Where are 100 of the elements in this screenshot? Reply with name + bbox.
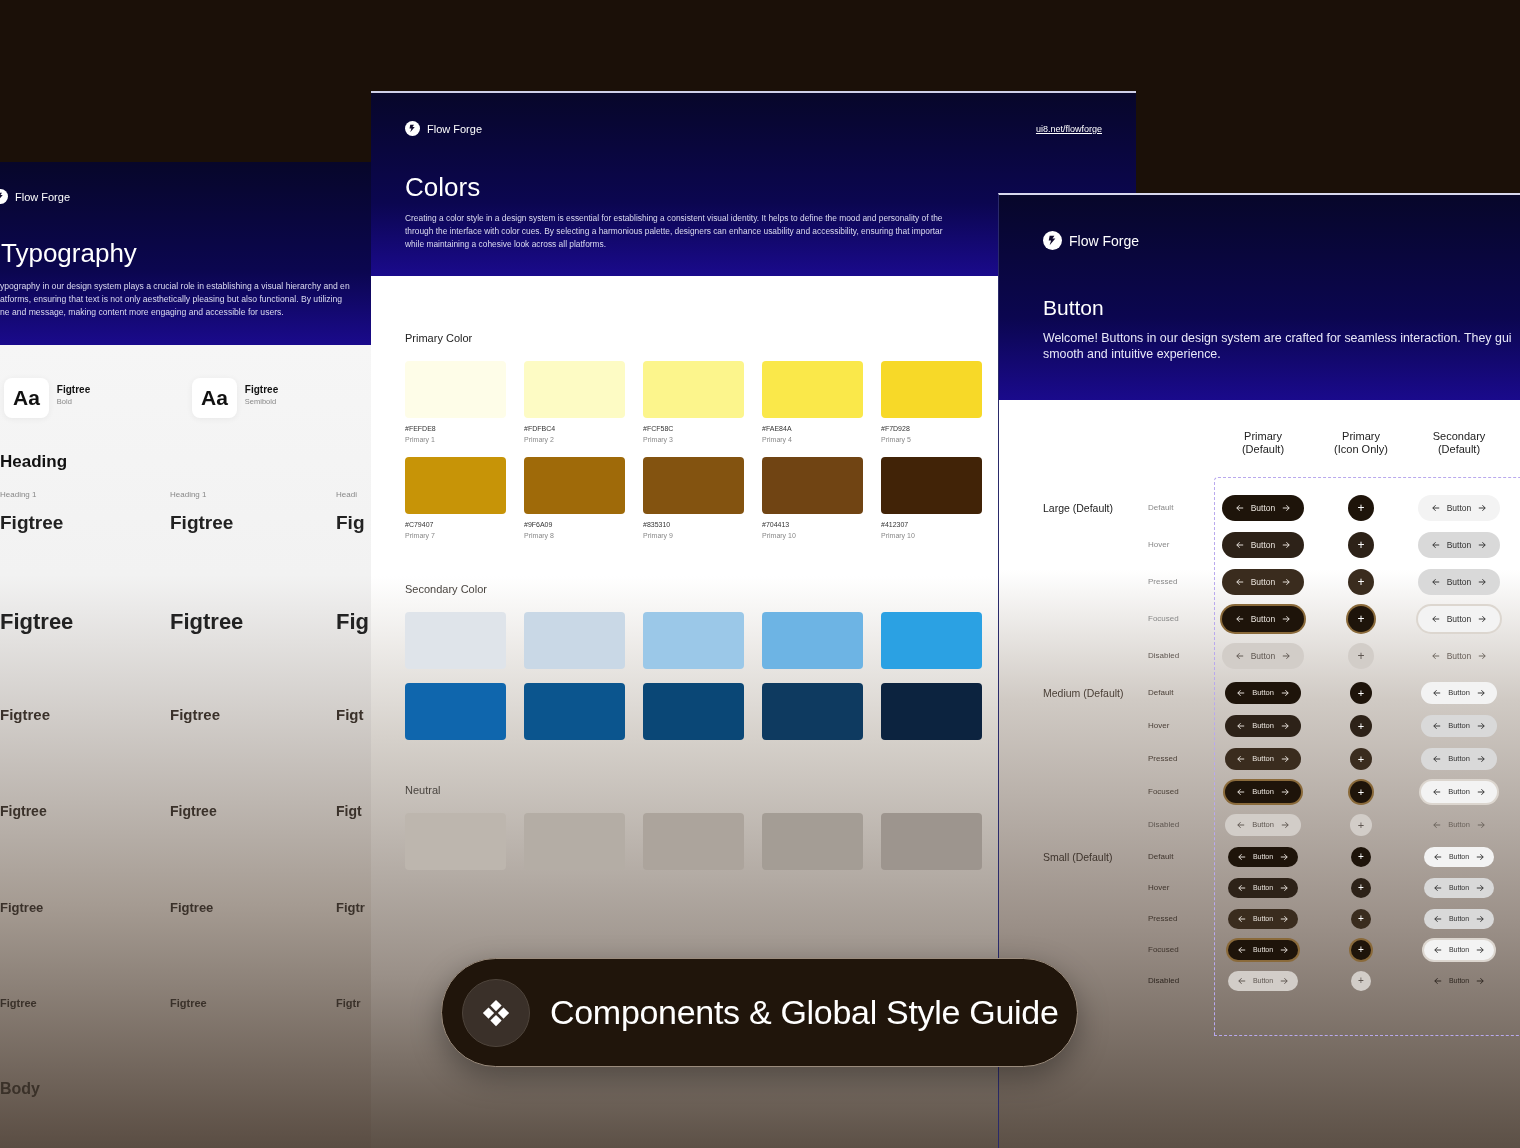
arrow-right-icon (1478, 540, 1487, 549)
description-line: ne and message, making content more engaging and accessible for users. (0, 306, 284, 319)
arrow-right-icon (1282, 651, 1291, 660)
arrow-right-icon (1280, 820, 1289, 829)
primary-button[interactable]: Button (1222, 568, 1304, 595)
arrow-left-icon (1237, 976, 1246, 985)
type-sample: Figtree (0, 900, 45, 915)
website-link[interactable]: ui8.net/flowforge (1035, 123, 1102, 134)
size-label: Small (Default) (1043, 850, 1114, 863)
state-label: Pressed (1148, 914, 1179, 923)
arrow-right-icon (1280, 883, 1289, 892)
column-heading: Primary (Icon Only) (1333, 430, 1389, 456)
arrow-left-icon (1433, 787, 1442, 796)
arrow-left-icon (1433, 976, 1442, 985)
section-heading: Secondary Color (405, 583, 487, 595)
add-button[interactable]: + (1348, 494, 1374, 521)
add-button[interactable]: + (1350, 714, 1372, 737)
state-label: Disabled (1148, 976, 1181, 985)
primary-button[interactable]: Button (1222, 605, 1304, 632)
secondary-button[interactable]: Button (1418, 568, 1500, 595)
arrow-right-icon (1476, 976, 1485, 985)
add-button[interactable]: + (1351, 877, 1371, 898)
size-label: Large (Default) (1043, 501, 1115, 514)
arrow-left-icon (1235, 540, 1244, 549)
style-label: Heading 1 (0, 490, 38, 500)
type-sample: Fig (336, 609, 370, 635)
add-button[interactable]: + (1348, 605, 1374, 632)
arrow-left-icon (1431, 540, 1440, 549)
arrow-right-icon (1476, 914, 1485, 923)
description-line: atforms, ensuring that text is not only aesthetically pleasing but also functional. By utilizing (0, 293, 343, 306)
arrow-right-icon (1280, 852, 1289, 861)
secondary-button[interactable]: Button (1418, 494, 1500, 521)
secondary-button[interactable]: Button (1418, 605, 1500, 632)
arrow-right-icon (1478, 651, 1487, 660)
page-title: Typography (1, 238, 137, 269)
arrow-right-icon (1478, 503, 1487, 512)
arrow-right-icon (1476, 754, 1485, 763)
arrow-right-icon (1282, 577, 1291, 586)
arrow-right-icon (1282, 503, 1291, 512)
arrow-left-icon (1235, 614, 1244, 623)
state-label: Disabled (1148, 820, 1181, 829)
arrow-right-icon (1282, 614, 1291, 623)
arrow-left-icon (1433, 852, 1442, 861)
arrow-right-icon (1280, 945, 1289, 954)
add-button[interactable]: + (1351, 908, 1371, 929)
state-label: Focused (1148, 945, 1180, 954)
type-sample: Figtree (0, 609, 75, 635)
arrow-left-icon (1237, 820, 1246, 829)
font-sample-card: Aa (192, 378, 237, 418)
arrow-left-icon (1235, 651, 1244, 660)
state-label: Focused (1148, 614, 1180, 623)
arrow-left-icon (1237, 945, 1246, 954)
state-label: Disabled (1148, 651, 1181, 660)
type-sample: Figtree (0, 997, 38, 1009)
page-title: Colors (405, 172, 482, 203)
description-line: smooth and intuitive experience. (1043, 346, 1221, 362)
arrow-right-icon (1280, 976, 1289, 985)
arrow-right-icon (1280, 914, 1289, 923)
type-sample: Figtree (170, 997, 208, 1009)
type-sample: Figtree (0, 512, 65, 534)
type-sample: Figtree (170, 900, 215, 915)
arrow-right-icon (1280, 688, 1289, 697)
state-label: Hover (1148, 883, 1171, 892)
state-label: Hover (1148, 721, 1171, 730)
secondary-button[interactable]: Button (1418, 531, 1500, 558)
add-button[interactable]: + (1351, 939, 1371, 960)
add-button[interactable]: + (1348, 531, 1374, 558)
logo-icon (405, 121, 420, 136)
arrow-left-icon (1433, 945, 1442, 954)
primary-button[interactable]: Button (1222, 531, 1304, 558)
type-sample: Figtree (170, 706, 221, 723)
add-button[interactable]: + (1348, 568, 1374, 595)
add-button[interactable]: + (1350, 747, 1372, 770)
brand-name: Flow Forge (1069, 232, 1140, 249)
type-sample: Figt (336, 706, 365, 723)
arrow-right-icon (1476, 852, 1485, 861)
column-heading: Primary (Default) (1240, 430, 1286, 456)
add-button[interactable]: + (1350, 780, 1372, 803)
arrow-right-icon (1280, 787, 1289, 796)
arrow-left-icon (1237, 688, 1246, 697)
type-sample: Figtr (336, 900, 366, 915)
state-label: Focused (1148, 787, 1180, 796)
arrow-right-icon (1478, 577, 1487, 586)
type-sample: Figtree (0, 803, 48, 819)
type-sample: Figt (336, 803, 363, 819)
arrow-right-icon (1476, 721, 1485, 730)
arrow-right-icon (1476, 787, 1485, 796)
arrow-right-icon (1476, 945, 1485, 954)
component-icon (481, 997, 511, 1028)
arrow-left-icon (1431, 651, 1440, 660)
primary-button[interactable]: Button (1222, 494, 1304, 521)
add-button[interactable]: + (1350, 681, 1372, 704)
state-label: Default (1148, 688, 1175, 697)
section-heading: Primary Color (405, 332, 473, 344)
add-button[interactable]: + (1351, 846, 1371, 867)
description-line: while maintaining a cohesive look across all platforms. (405, 238, 607, 251)
arrow-left-icon (1431, 614, 1440, 623)
state-label: Default (1148, 503, 1175, 512)
font-name: Figtree (244, 384, 279, 395)
state-label: Pressed (1148, 577, 1179, 586)
